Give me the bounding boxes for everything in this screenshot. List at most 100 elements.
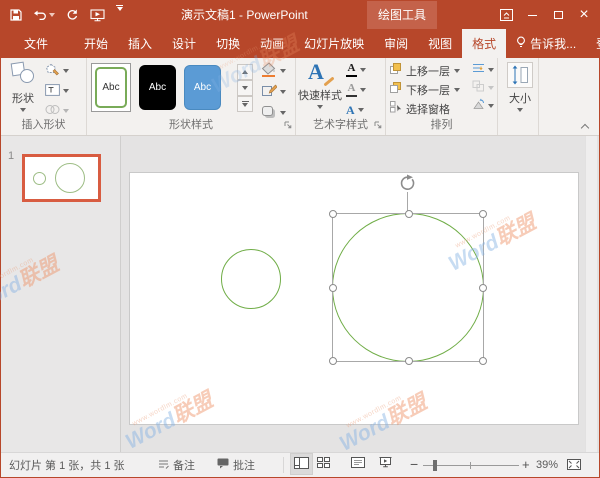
tab-file[interactable]: 文件 (11, 29, 61, 58)
shapes-button-label: 形状 (12, 90, 34, 106)
gallery-more-icon[interactable] (237, 96, 253, 112)
group-label-wordart: 艺术字样式 (296, 116, 385, 132)
fit-slide-to-window-icon[interactable] (564, 453, 584, 475)
resize-handle-right[interactable] (479, 284, 487, 292)
selection-pane-label: 选择窗格 (406, 101, 450, 117)
text-outline-icon: A (346, 83, 357, 97)
resize-handle-left[interactable] (329, 284, 337, 292)
close-button[interactable]: × (571, 1, 597, 29)
statusbar-separator (283, 457, 284, 473)
resize-handle-top-right[interactable] (479, 210, 487, 218)
collapse-ribbon-icon[interactable] (581, 123, 589, 131)
edit-shape-button[interactable] (43, 62, 71, 80)
start-slideshow-icon[interactable] (89, 5, 106, 25)
text-outline-button[interactable]: A (344, 81, 368, 99)
tab-design[interactable]: 设计 (162, 29, 206, 58)
text-effects-icon: A (346, 104, 355, 116)
reading-view-button[interactable] (348, 453, 368, 475)
zoom-slider-track[interactable] (423, 465, 519, 466)
text-fill-button[interactable]: A (344, 61, 368, 79)
maximize-button[interactable] (545, 1, 571, 29)
shape-fill-button[interactable] (259, 62, 288, 80)
align-button[interactable] (470, 62, 496, 77)
shape-outline-button[interactable] (259, 83, 288, 101)
undo-dropdown-icon[interactable] (49, 13, 55, 17)
rotate-button[interactable] (470, 98, 496, 113)
shape-style-thumb-selected[interactable]: Abc (91, 63, 131, 112)
text-box-button[interactable] (43, 82, 71, 100)
ribbon-display-options-icon[interactable] (493, 1, 519, 29)
selection-box[interactable] (332, 213, 484, 362)
selection-pane-button[interactable]: 选择窗格 (390, 100, 460, 117)
thumbnail-small-circle (33, 172, 46, 185)
group-label-shape-styles: 形状样式 (87, 116, 295, 132)
group-label-arrange: 排列 (386, 116, 497, 132)
customize-qat-dropdown-icon[interactable] (115, 5, 124, 25)
rotate-objects-icon (472, 98, 485, 113)
resize-handle-top[interactable] (405, 210, 413, 218)
shapes-button[interactable]: 形状 (5, 61, 41, 112)
slide-thumbnail[interactable] (22, 154, 101, 202)
send-backward-label: 下移一层 (406, 82, 450, 98)
resize-handle-bottom[interactable] (405, 357, 413, 365)
normal-view-button[interactable] (290, 453, 313, 475)
save-icon[interactable] (9, 5, 23, 25)
resize-handle-bottom-right[interactable] (479, 357, 487, 365)
shape-style-thumb-black[interactable]: Abc (139, 65, 176, 110)
selection-pane-icon (390, 101, 402, 116)
tab-slideshow[interactable]: 幻灯片放映 (294, 29, 374, 58)
minimize-button[interactable] (519, 1, 545, 29)
small-circle-shape[interactable] (221, 249, 281, 309)
slideshow-view-button[interactable] (376, 453, 395, 475)
undo-icon[interactable] (32, 5, 56, 25)
tab-transitions[interactable]: 切换 (206, 29, 250, 58)
notes-button[interactable]: 备注 (158, 453, 195, 477)
zoom-out-icon[interactable]: − (407, 453, 421, 475)
tab-review[interactable]: 审阅 (374, 29, 418, 58)
slide-sorter-view-button[interactable] (314, 453, 333, 475)
group-objects-button[interactable] (470, 80, 496, 95)
vertical-scrollbar[interactable] (585, 136, 597, 452)
drawing-tools-context-label[interactable]: 绘图工具 (367, 1, 437, 29)
quick-access-toolbar (9, 1, 124, 29)
group-insert-shapes: 形状 插入 (1, 58, 87, 135)
zoom-level[interactable]: 39% (536, 453, 558, 477)
tab-format[interactable]: 格式 (462, 29, 506, 58)
slide-canvas[interactable] (129, 172, 579, 425)
wordart-dialog-launcher-icon[interactable] (374, 120, 382, 132)
group-objects-icon (472, 80, 485, 95)
tab-view[interactable]: 视图 (418, 29, 462, 58)
shape-fill-icon (261, 62, 277, 80)
bring-forward-button[interactable]: 上移一层 (390, 62, 460, 79)
window-controls: × (493, 1, 597, 29)
tab-insert[interactable]: 插入 (118, 29, 162, 58)
send-backward-button[interactable]: 下移一层 (390, 81, 460, 98)
quick-styles-icon: A (308, 61, 332, 85)
powerpoint-window: 演示文稿1 - PowerPoint 绘图工具 × 文件 开始 插入 设计 切换… (0, 0, 600, 478)
gallery-up-icon[interactable] (237, 64, 253, 80)
resize-handle-bottom-left[interactable] (329, 357, 337, 365)
zoom-slider-thumb[interactable] (433, 460, 437, 471)
thumbnail-large-circle (55, 163, 85, 193)
ribbon-format-panel: 形状 插入 (1, 58, 599, 136)
tab-tellme[interactable]: 告诉我... (506, 29, 586, 58)
zoom-in-icon[interactable]: + (519, 453, 533, 475)
tab-tellme-label: 告诉我... (530, 35, 576, 52)
tab-animations[interactable]: 动画 (250, 29, 294, 58)
tab-home[interactable]: 开始 (74, 29, 118, 58)
redo-icon[interactable] (65, 5, 80, 25)
shapes-icon (10, 61, 36, 88)
size-button[interactable]: 大小 (504, 62, 536, 112)
shape-style-thumb-blue[interactable]: Abc (184, 65, 221, 110)
quick-styles-button[interactable]: A 快速样式 (298, 61, 342, 109)
comments-button[interactable]: 批注 (217, 453, 255, 477)
bring-forward-label: 上移一层 (406, 63, 450, 79)
resize-handle-top-left[interactable] (329, 210, 337, 218)
group-size: 大小 (498, 58, 539, 135)
shape-styles-dialog-launcher-icon[interactable] (284, 120, 292, 132)
gallery-down-icon[interactable] (237, 80, 253, 96)
sign-in-link[interactable]: 登录 (586, 29, 600, 58)
rotate-handle-icon[interactable] (398, 174, 417, 198)
group-wordart-styles: A 快速样式 A A A (296, 58, 386, 135)
size-icon (507, 62, 533, 88)
